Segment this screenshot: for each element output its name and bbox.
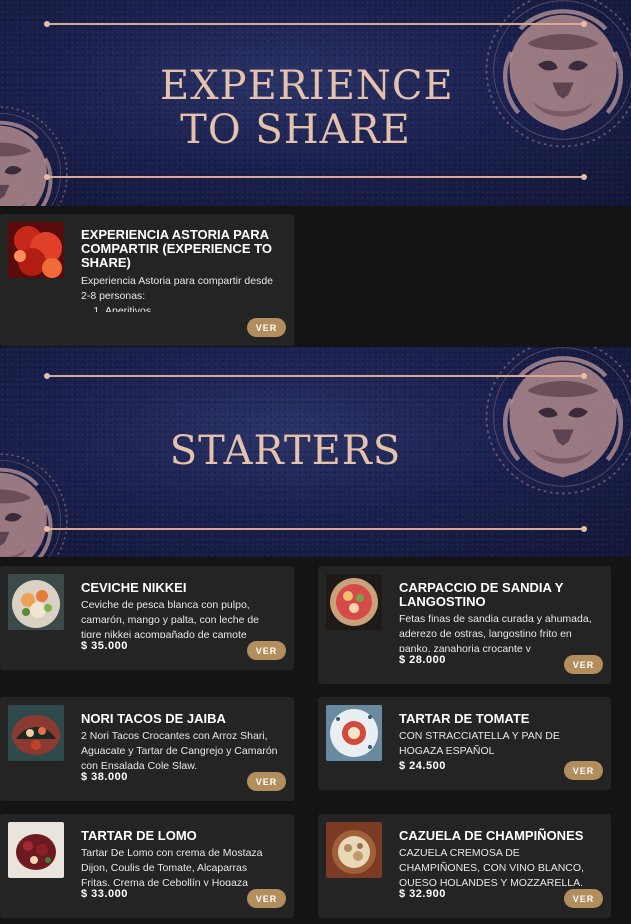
dish-description: Ceviche de pesca blanca con pulpo, camar… [81, 599, 260, 638]
dish-photo [8, 574, 64, 630]
menu-item-card[interactable]: TARTAR DE TOMATE CON STRACCIATELLA Y PAN… [318, 697, 611, 790]
menu-item-card[interactable]: EXPERIENCIA ASTORIA PARA COMPARTIR (EXPE… [0, 214, 294, 346]
lion-crest-icon [483, 347, 631, 507]
dish-photo [326, 574, 382, 630]
section-title: STARTERS [169, 428, 402, 474]
dish-name: CARPACCIO DE SANDIA Y LANGOSTINO [399, 580, 564, 609]
divider-line [44, 526, 587, 532]
dish-name: TARTAR DE LOMO [81, 828, 197, 843]
dish-price: $ 32.900 [399, 888, 446, 900]
section-banner-experience: EXPERIENCE TO SHARE [0, 0, 631, 206]
view-button[interactable]: VER [247, 889, 286, 908]
section-title: EXPERIENCE TO SHARE [160, 63, 454, 153]
divider-line [44, 373, 587, 379]
dish-price: $ 28.000 [399, 654, 446, 666]
menu-item-card[interactable]: TARTAR DE LOMO Tartar De Lomo con crema … [0, 814, 294, 918]
section-banner-starters: STARTERS [0, 347, 631, 557]
dish-description: 2 Nori Tacos Crocantes con Arroz Shari, … [81, 730, 278, 769]
dish-description-list: Aperitivos. [81, 304, 278, 312]
dish-description: CAZUELA CREMOSA DE CHAMPIÑONES, CON VINO… [399, 847, 584, 886]
dish-description: Fetas finas de sandia curada y ahumada, … [399, 613, 592, 652]
menu-item-card[interactable]: CARPACCIO DE SANDIA Y LANGOSTINO Fetas f… [318, 566, 611, 684]
view-button[interactable]: VER [564, 889, 603, 908]
dish-name: NORI TACOS DE JAIBA [81, 711, 226, 726]
dish-description: Experiencia Astoria para compartir desde… [81, 274, 278, 312]
view-button[interactable]: VER [564, 655, 603, 674]
dish-photo [8, 222, 64, 278]
view-button[interactable]: VER [247, 318, 286, 337]
dish-price: $ 35.000 [81, 640, 128, 652]
dish-photo [8, 705, 64, 761]
menu-item-card[interactable]: CEVICHE NIKKEI Ceviche de pesca blanca c… [0, 566, 294, 670]
dish-photo [326, 705, 382, 761]
dish-photo [326, 822, 382, 878]
dish-name: CEVICHE NIKKEI [81, 580, 187, 595]
list-item: Aperitivos. [105, 304, 278, 312]
divider-line [44, 21, 587, 27]
dish-photo [8, 822, 64, 878]
dish-description: CON STRACCIATELLA Y PAN DE HOGAZA ESPAÑO… [399, 730, 560, 757]
dish-name: CAZUELA DE CHAMPIÑONES [399, 828, 584, 843]
dish-price: $ 38.000 [81, 771, 128, 783]
menu-item-card[interactable]: NORI TACOS DE JAIBA 2 Nori Tacos Crocant… [0, 697, 294, 801]
view-button[interactable]: VER [247, 641, 286, 660]
dish-name: TARTAR DE TOMATE [399, 711, 530, 726]
divider-line [44, 174, 587, 180]
dish-name: EXPERIENCIA ASTORIA PARA COMPARTIR (EXPE… [81, 227, 272, 270]
view-button[interactable]: VER [247, 772, 286, 791]
dish-description: Tartar De Lomo con crema de Mostaza Dijo… [81, 847, 263, 886]
view-button[interactable]: VER [564, 761, 603, 780]
menu-item-card[interactable]: CAZUELA DE CHAMPIÑONES CAZUELA CREMOSA D… [318, 814, 611, 918]
lion-crest-icon [0, 105, 69, 206]
dish-price: $ 33.000 [81, 888, 128, 900]
dish-price: $ 24.500 [399, 760, 446, 772]
dish-description-text: Experiencia Astoria para compartir desde… [81, 275, 274, 302]
lion-crest-icon [0, 452, 69, 557]
